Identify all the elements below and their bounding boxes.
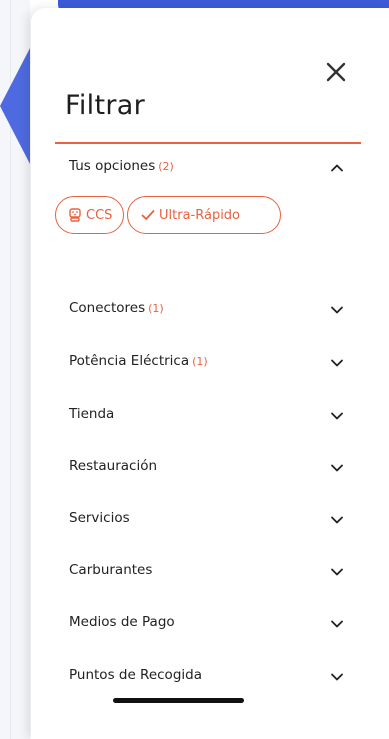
chip-ultra-rapido[interactable]: Ultra-Rápido <box>127 196 281 234</box>
section-label-text: Carburantes <box>69 562 153 578</box>
close-button[interactable] <box>322 58 350 86</box>
chevron-down-icon <box>329 357 345 369</box>
chevron-down-icon <box>329 514 345 526</box>
section-label: Puntos de Recogida <box>69 667 205 683</box>
section-label-text: Servicios <box>69 510 130 526</box>
plug-icon <box>67 207 83 223</box>
section-count: (2) <box>158 160 174 173</box>
chevron-down-icon <box>329 566 345 578</box>
chevron-down-icon <box>329 462 345 474</box>
section-servicios[interactable]: Servicios <box>31 496 389 540</box>
section-label: Tienda <box>69 406 117 422</box>
section-potencia-electrica[interactable]: Potência Eléctrica (1) <box>31 339 389 383</box>
section-tienda[interactable]: Tienda <box>31 392 389 436</box>
section-label: Potência Eléctrica (1) <box>69 353 208 369</box>
check-icon <box>140 207 156 223</box>
chevron-up-icon <box>329 162 345 174</box>
section-label: Tus opciones (2) <box>69 158 174 174</box>
section-label-text: Potência Eléctrica <box>69 353 190 369</box>
section-count: (1) <box>148 302 164 315</box>
filter-panel: Filtrar Tus opciones (2) CCS Ultra-Rápid… <box>31 8 389 739</box>
page-title: Filtrar <box>65 90 146 121</box>
section-carburantes[interactable]: Carburantes <box>31 548 389 592</box>
background-map-marker <box>0 48 30 164</box>
section-medios-de-pago[interactable]: Medios de Pago <box>31 600 389 644</box>
section-label: Conectores (1) <box>69 300 164 316</box>
chevron-down-icon <box>329 671 345 683</box>
section-label: Carburantes <box>69 562 155 578</box>
chip-label: Ultra-Rápido <box>159 207 241 223</box>
section-label-text: Restauración <box>69 458 158 474</box>
section-label-text: Tienda <box>69 406 115 422</box>
chevron-down-icon <box>329 410 345 422</box>
section-label-text: Tus opciones <box>69 158 156 174</box>
section-tus-opciones[interactable]: Tus opciones (2) <box>31 144 389 188</box>
section-label-text: Conectores <box>69 300 146 316</box>
section-label: Restauración <box>69 458 160 474</box>
home-indicator[interactable] <box>113 698 244 703</box>
chevron-down-icon <box>329 304 345 316</box>
section-label: Servicios <box>69 510 133 526</box>
section-puntos-de-recogida[interactable]: Puntos de Recogida <box>31 653 389 697</box>
chip-label: CCS <box>86 207 113 223</box>
close-icon <box>326 62 346 82</box>
section-label-text: Medios de Pago <box>69 614 175 630</box>
section-conectores[interactable]: Conectores (1) <box>31 286 389 330</box>
section-label: Medios de Pago <box>69 614 178 630</box>
section-label-text: Puntos de Recogida <box>69 667 202 683</box>
section-count: (1) <box>192 355 208 368</box>
chip-ccs[interactable]: CCS <box>55 196 124 234</box>
section-restauracion[interactable]: Restauración <box>31 444 389 488</box>
chevron-down-icon <box>329 618 345 630</box>
